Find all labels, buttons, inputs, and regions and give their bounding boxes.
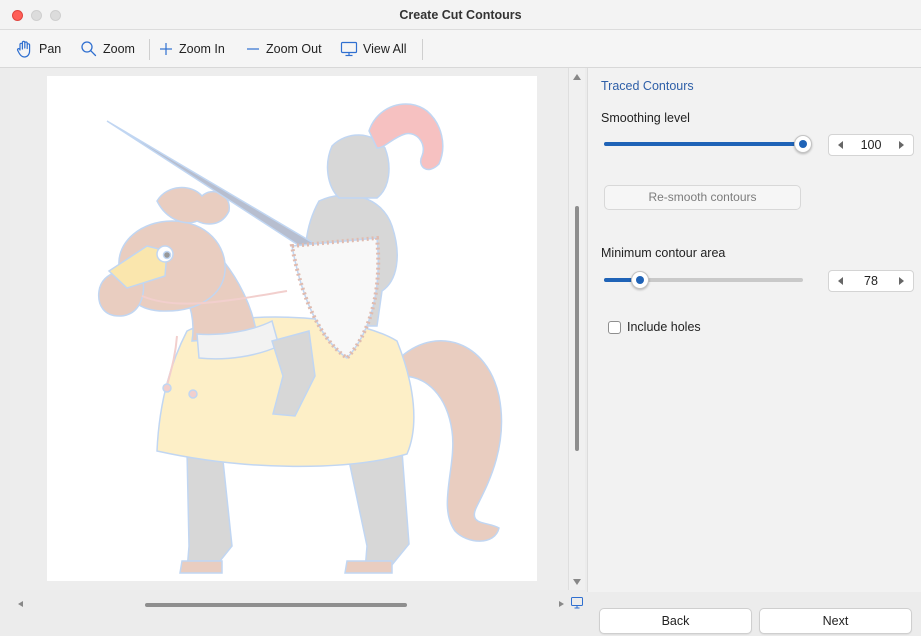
dialog-footer: Back Next [587,592,921,636]
minus-icon [245,41,261,57]
panel-heading: Traced Contours [601,79,694,93]
knight-on-horse-image [97,103,503,574]
monitor-icon[interactable] [570,596,584,610]
minimum-contour-area-value[interactable]: 78 [849,274,893,288]
zoom-in-label: Zoom In [179,42,225,56]
decrement-arrow-icon[interactable] [838,141,843,149]
decrement-arrow-icon[interactable] [838,277,843,285]
scroll-up-arrow-icon[interactable] [573,74,581,80]
include-holes-option[interactable]: Include holes [608,320,701,334]
toolbar-separator [149,39,150,60]
minimum-contour-area-label: Minimum contour area [601,246,726,260]
vertical-scrollbar[interactable] [568,68,585,590]
toolbar-separator [422,39,423,60]
vertical-scroll-thumb[interactable] [575,206,579,451]
zoom-out-label: Zoom Out [266,42,322,56]
resmooth-contours-button[interactable]: Re-smooth contours [604,185,801,210]
back-button[interactable]: Back [599,608,752,634]
scroll-down-arrow-icon[interactable] [573,579,581,585]
minimum-contour-area-slider[interactable] [604,270,803,290]
toolbar: Pan Zoom Zoom In Zoom Out View All [0,30,921,68]
scroll-left-arrow-icon[interactable] [18,601,23,607]
preview-canvas[interactable] [10,68,570,590]
smoothing-level-label: Smoothing level [601,111,690,125]
include-holes-checkbox[interactable] [608,320,621,334]
view-all-label: View All [363,42,407,56]
increment-arrow-icon[interactable] [899,141,904,149]
zoom-tool-button[interactable]: Zoom [80,39,135,59]
next-button[interactable]: Next [759,608,912,634]
horizontal-scrollbar[interactable] [10,592,570,618]
smoothing-level-slider[interactable] [604,134,812,154]
artboard [47,76,537,581]
window-title: Create Cut Contours [399,8,522,22]
plus-icon [158,41,174,57]
pan-tool-button[interactable]: Pan [14,39,61,59]
horizontal-scroll-thumb[interactable] [145,603,407,607]
view-all-button[interactable]: View All [340,39,407,59]
scroll-right-arrow-icon[interactable] [559,601,564,607]
slider-thumb[interactable] [794,135,812,153]
zoom-out-button[interactable]: Zoom Out [245,39,322,59]
include-holes-label: Include holes [627,320,701,334]
slider-fill [604,142,803,146]
smoothing-level-value[interactable]: 100 [849,138,893,152]
title-bar: Create Cut Contours [0,0,921,30]
magnifier-icon [80,40,98,58]
contour-settings-panel: Traced Contours Smoothing level 100 Re-s… [587,68,921,592]
monitor-icon [340,40,358,58]
hand-icon [14,39,34,59]
zoom-in-button[interactable]: Zoom In [158,39,225,59]
pan-label: Pan [39,42,62,56]
zoom-label: Zoom [103,42,135,56]
increment-arrow-icon[interactable] [899,277,904,285]
slider-thumb[interactable] [630,271,649,289]
minimum-contour-area-stepper[interactable]: 78 [828,270,914,292]
smoothing-level-stepper[interactable]: 100 [828,134,914,156]
